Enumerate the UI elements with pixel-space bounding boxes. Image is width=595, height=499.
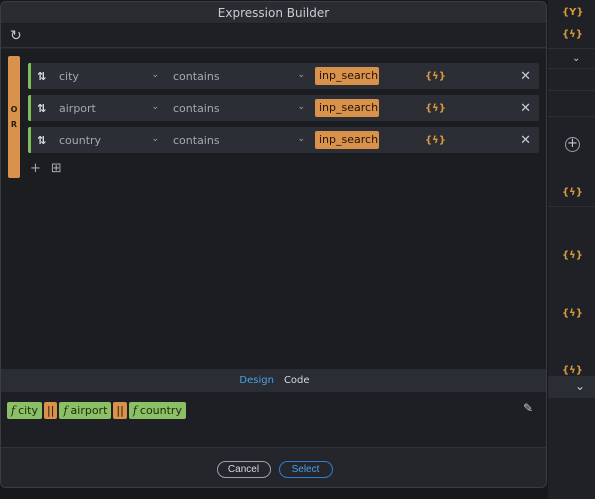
close-icon[interactable]: ✕ xyxy=(520,133,531,148)
operator-select[interactable]: contains ⌄ xyxy=(165,70,309,83)
cancel-button[interactable]: Cancel xyxy=(216,460,271,478)
divider xyxy=(548,116,595,117)
field-value: airport xyxy=(59,101,96,115)
condition-row: ⇅ airport ⌄ contains ⌄ inp_search.. {ϟ} … xyxy=(28,95,539,121)
condition-builder: O R ⇅ city ⌄ contains ⌄ inp_search.. {ϟ}… xyxy=(1,49,546,369)
dialog-footer: Cancel Select xyxy=(1,449,546,487)
operator-value: contains xyxy=(173,101,220,115)
condition-row: ⇅ country ⌄ contains ⌄ inp_search.. {ϟ} … xyxy=(28,127,539,153)
sort-icon[interactable]: ⇅ xyxy=(37,134,51,147)
chevron-down-icon: ⌄ xyxy=(297,133,305,144)
expression-chip[interactable]: f airport xyxy=(59,402,112,419)
condition-row: ⇅ city ⌄ contains ⌄ inp_search.. {ϟ} ✕ xyxy=(28,63,539,89)
bolt-icon[interactable]: {ϟ} xyxy=(562,185,583,201)
chevron-down-icon: ⌄ xyxy=(297,101,305,112)
view-tabs: Design Code xyxy=(1,369,546,392)
group-operator-toggle[interactable]: O R xyxy=(8,56,20,178)
divider xyxy=(548,206,595,207)
refresh-icon[interactable]: ↻ xyxy=(10,29,22,43)
bolt-icon[interactable]: {ϟ} xyxy=(562,248,583,264)
chevron-down-icon: ⌄ xyxy=(151,69,159,80)
divider xyxy=(548,48,595,49)
chip-label: city xyxy=(18,404,39,417)
close-icon[interactable]: ✕ xyxy=(520,69,531,84)
divider xyxy=(548,90,595,91)
group-operator-letter: O xyxy=(10,105,18,114)
magic-wand-icon[interactable]: ✎ xyxy=(523,401,533,415)
tab-design[interactable]: Design xyxy=(239,375,274,386)
function-icon: f xyxy=(132,404,137,417)
operator-value: contains xyxy=(173,69,220,83)
divider xyxy=(548,68,595,69)
add-condition-icon[interactable]: + xyxy=(30,161,41,176)
field-select[interactable]: country ⌄ xyxy=(51,134,163,147)
value-chip[interactable]: inp_search.. xyxy=(315,99,379,117)
bolt-icon[interactable]: {ϟ} xyxy=(562,306,583,322)
background-bottom-bar xyxy=(548,376,595,398)
chevron-down-icon[interactable]: ⌄ xyxy=(575,379,585,393)
add-actions: + ⊞ xyxy=(30,161,62,176)
chip-label: country xyxy=(139,404,182,417)
expression-chip[interactable]: f country xyxy=(128,402,186,419)
filter-icon[interactable]: {Y} xyxy=(562,5,583,21)
value-chip[interactable]: inp_search.. xyxy=(315,131,379,149)
dialog-title: Expression Builder xyxy=(1,2,546,24)
field-value: country xyxy=(59,133,102,147)
bolt-icon[interactable]: {ϟ} xyxy=(425,71,446,82)
chevron-down-icon: ⌄ xyxy=(151,101,159,112)
toolbar: ↻ xyxy=(1,24,546,48)
operator-select[interactable]: contains ⌄ xyxy=(165,102,309,115)
chevron-down-icon: ⌄ xyxy=(297,69,305,80)
or-operator-chip[interactable]: || xyxy=(44,402,58,419)
chevron-down-icon[interactable]: ⌄ xyxy=(572,53,580,64)
operator-select[interactable]: contains ⌄ xyxy=(165,134,309,147)
field-select[interactable]: airport ⌄ xyxy=(51,102,163,115)
expression-builder-dialog: Expression Builder ↻ O R ⇅ city ⌄ contai… xyxy=(0,1,547,488)
field-select[interactable]: city ⌄ xyxy=(51,70,163,83)
expression-chip[interactable]: f city xyxy=(7,402,43,419)
group-operator-letter: R xyxy=(10,120,18,129)
add-group-icon[interactable]: ⊞ xyxy=(51,161,62,176)
close-icon[interactable]: ✕ xyxy=(520,101,531,116)
value-chip[interactable]: inp_search.. xyxy=(315,67,379,85)
operator-value: contains xyxy=(173,133,220,147)
chevron-down-icon: ⌄ xyxy=(151,133,159,144)
chip-label: airport xyxy=(70,404,108,417)
function-icon: f xyxy=(11,404,16,417)
function-icon: f xyxy=(63,404,68,417)
sort-icon[interactable]: ⇅ xyxy=(37,70,51,83)
bolt-icon[interactable]: {ϟ} xyxy=(562,27,583,43)
or-operator-chip[interactable]: || xyxy=(113,402,127,419)
field-value: city xyxy=(59,69,79,83)
expression-chips: f city || f airport || f country xyxy=(7,402,186,419)
sort-icon[interactable]: ⇅ xyxy=(37,102,51,115)
add-circle-icon[interactable]: + xyxy=(565,137,580,152)
bolt-icon[interactable]: {ϟ} xyxy=(425,103,446,114)
tab-code[interactable]: Code xyxy=(284,375,310,386)
select-button[interactable]: Select xyxy=(278,460,333,478)
bolt-icon[interactable]: {ϟ} xyxy=(425,135,446,146)
expression-preview: f city || f airport || f country ✎ xyxy=(1,392,546,448)
